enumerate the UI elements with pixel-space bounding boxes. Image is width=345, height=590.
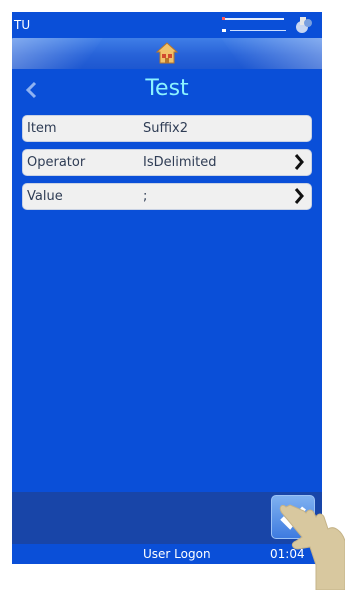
page-title: Test [145,76,189,101]
row-label: Operator [27,155,86,170]
hand-pointer-icon [279,504,345,590]
home-icon[interactable] [156,42,178,64]
chevron-right-icon [294,154,304,170]
row-label: Value [27,189,63,204]
row-value: IsDelimited [143,155,217,170]
settings-icon[interactable] [294,15,314,35]
list-item-item[interactable]: Item Suffix2 [22,115,312,142]
row-value: ; [143,189,148,204]
chevron-right-icon [294,188,304,204]
row-value: Suffix2 [143,121,189,136]
status-bar-text: TU [14,18,31,32]
wifi-icon [222,17,286,32]
status-bar: TU [12,12,322,38]
device-screen: TU Test Item Suffix2 Operator IsDelimite… [12,12,322,564]
list-item-operator[interactable]: Operator IsDelimited [22,149,312,176]
user-logon-link[interactable]: User Logon [143,547,211,561]
list-item-value[interactable]: Value ; [22,183,312,210]
row-label: Item [27,121,57,136]
title-bar: Test [12,70,322,110]
